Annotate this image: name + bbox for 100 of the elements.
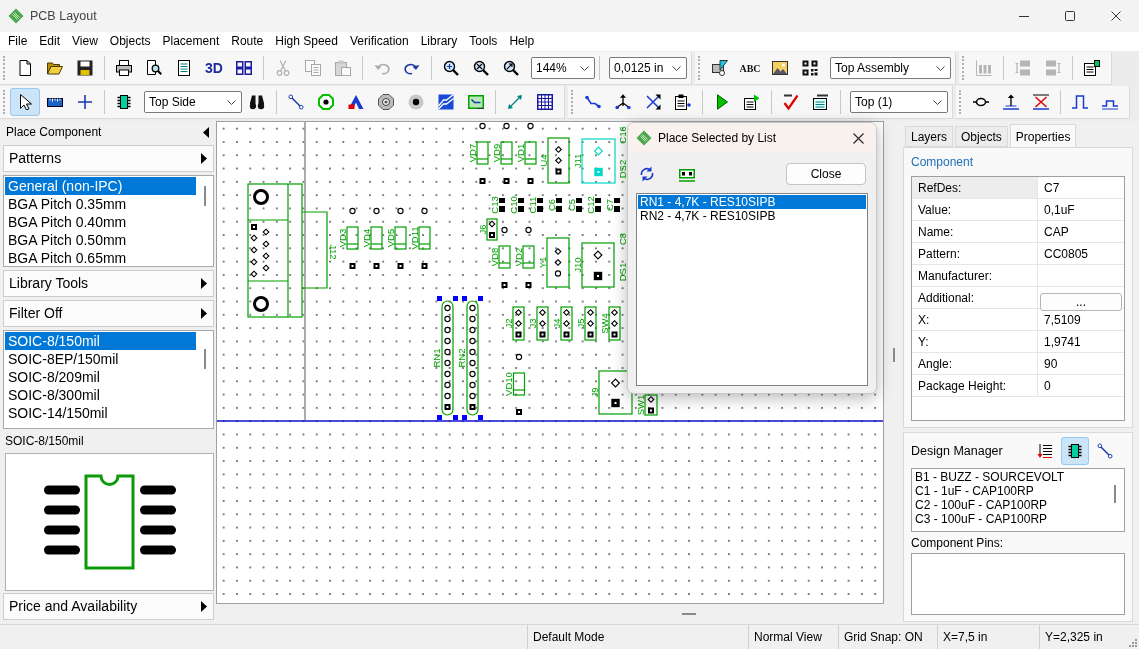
close-button[interactable]: Close	[786, 163, 866, 185]
splitter-handle[interactable]	[892, 348, 895, 362]
list-item[interactable]: SOIC-8/209mil	[5, 368, 196, 386]
property-name: RefDes:	[912, 177, 1038, 198]
refdes-label: J10	[571, 257, 583, 273]
refresh-icon	[639, 166, 655, 182]
list-item[interactable]: C2 - 100uF - CAP100RP	[915, 498, 1105, 512]
scrollbar-thumb[interactable]	[204, 186, 206, 206]
list-item[interactable]: SOIC-8/150mil	[5, 332, 196, 350]
four-squares-icon	[236, 60, 252, 76]
board-outline-icon	[468, 94, 484, 110]
line-segment-icon	[1097, 443, 1113, 459]
property-value: 7,5109	[1043, 312, 1082, 329]
patterns-button[interactable]: Patterns	[3, 145, 214, 172]
status-text: Y=2,325 in	[1045, 629, 1103, 646]
panel-title: Design Manager	[911, 442, 1003, 460]
menu-item[interactable]: Help	[503, 32, 541, 51]
text-tool-button[interactable]: ABC	[735, 54, 765, 82]
refdes-label: C7	[603, 198, 615, 212]
panel-tab[interactable]: Layers	[905, 126, 954, 147]
triangle-right-icon	[201, 278, 207, 289]
app-logo-icon	[636, 130, 652, 146]
property-value: CC0805	[1043, 246, 1090, 263]
refdes-label: VD2	[512, 247, 524, 267]
toolbar-grip[interactable]	[3, 56, 6, 80]
scrollbar-thumb[interactable]	[204, 349, 206, 369]
menu-item[interactable]: File	[2, 32, 34, 51]
refdes-label: J5	[574, 318, 586, 329]
menu-item[interactable]: Tools	[463, 32, 504, 51]
refdes-label: C8	[616, 232, 628, 246]
splitter-handle[interactable]	[682, 613, 696, 615]
refdes-label: J3	[526, 318, 538, 329]
window-title: PCB Layout	[30, 7, 97, 25]
menu-item[interactable]: Verification	[343, 32, 415, 51]
board-side-dropdown[interactable]: Top Side	[144, 91, 242, 113]
refdes-label: VD1	[514, 143, 526, 163]
scrollbar-thumb[interactable]	[1114, 485, 1116, 503]
magnifier-icon	[503, 60, 519, 76]
toolbar-grip[interactable]	[698, 56, 701, 80]
zoom-dropdown[interactable]: 144%	[531, 57, 595, 79]
more-button[interactable]: ...	[1040, 293, 1122, 311]
refdes-label: RN1	[430, 348, 442, 368]
list-item[interactable]: C1 - 1uF - CAP100RP	[915, 484, 1105, 498]
menu-item[interactable]: View	[66, 32, 104, 51]
refdes-label: C11	[526, 196, 538, 214]
clipboard-icon	[335, 60, 351, 76]
menu-item[interactable]: Objects	[103, 32, 157, 51]
filter-button[interactable]: Filter Off	[3, 300, 214, 327]
list-item[interactable]: RN1 - 4,7K - RES10SIPB	[638, 195, 866, 209]
layer-dropdown[interactable]: Top (1)	[850, 91, 948, 113]
refdes-label: J9	[588, 387, 600, 398]
refdes-label: C5	[565, 198, 577, 212]
components-view-button[interactable]	[1061, 437, 1089, 465]
toolbar-grip[interactable]	[962, 56, 965, 80]
status-text: X=7,5 in	[943, 629, 988, 646]
diagonal-arrow-icon	[507, 94, 523, 110]
toolbar-grip[interactable]	[959, 90, 962, 114]
polygon-fill-icon	[438, 94, 454, 110]
panel-title: Place Component	[6, 124, 102, 141]
grid-step-dropdown[interactable]: 0,0125 in	[609, 57, 687, 79]
list-item[interactable]: BGA Pitch 0.35mm	[5, 195, 196, 213]
menu-item[interactable]: Placement	[156, 32, 226, 51]
panel-tab[interactable]: Properties	[1009, 124, 1077, 148]
chip-icon	[1067, 443, 1083, 459]
panel-tab[interactable]: Objects	[955, 126, 1008, 147]
list-icon	[1037, 443, 1053, 459]
chevron-down-icon	[672, 65, 681, 71]
qr-code-icon	[802, 60, 818, 76]
list-item[interactable]: BGA Pitch 0.40mm	[5, 213, 196, 231]
assembly-layer-dropdown[interactable]: Top Assembly	[830, 57, 951, 79]
list-item[interactable]: General (non-IPC)	[5, 177, 196, 195]
property-value: 0	[1043, 378, 1052, 395]
close-icon	[1111, 11, 1121, 21]
list-item[interactable]: SOIC-8EP/150mil	[5, 350, 196, 368]
arch-icon	[348, 94, 364, 110]
stacked-blocks-icon	[1045, 60, 1061, 76]
list-item[interactable]: B1 - BUZZ - SOURCEVOLT	[915, 470, 1105, 484]
menu-item[interactable]: Library	[414, 32, 464, 51]
list-item[interactable]: RN2 - 4,7K - RES10SIPB	[638, 209, 866, 223]
price-availability-button[interactable]: Price and Availability	[3, 593, 214, 620]
list-item[interactable]: C3 - 100uF - CAP100RP	[915, 512, 1105, 526]
list-item[interactable]: BGA Pitch 0.50mm	[5, 231, 196, 249]
three-d-view-button[interactable]: 3D	[199, 54, 229, 82]
toolbar-grip[interactable]	[571, 90, 574, 114]
binoculars-icon	[249, 94, 265, 110]
list-item[interactable]: SOIC-14/150mil	[5, 404, 196, 422]
cross-lines-icon	[1033, 94, 1049, 110]
ring-icon	[378, 94, 394, 110]
bars-icon	[976, 60, 992, 76]
menu-item[interactable]: High Speed	[269, 32, 344, 51]
library-tools-button[interactable]: Library Tools	[3, 270, 214, 297]
cursor-arrow-icon	[17, 94, 33, 110]
menu-item[interactable]: Route	[225, 32, 270, 51]
list-item[interactable]: BGA Pitch 0.65mm	[5, 249, 196, 266]
minimize-icon	[1019, 15, 1029, 17]
select-button[interactable]	[10, 88, 40, 116]
close-icon	[852, 132, 864, 144]
menu-item[interactable]: Edit	[33, 32, 67, 51]
list-item[interactable]: SOIC-8/300mil	[5, 386, 196, 404]
toolbar-grip[interactable]	[3, 90, 6, 114]
